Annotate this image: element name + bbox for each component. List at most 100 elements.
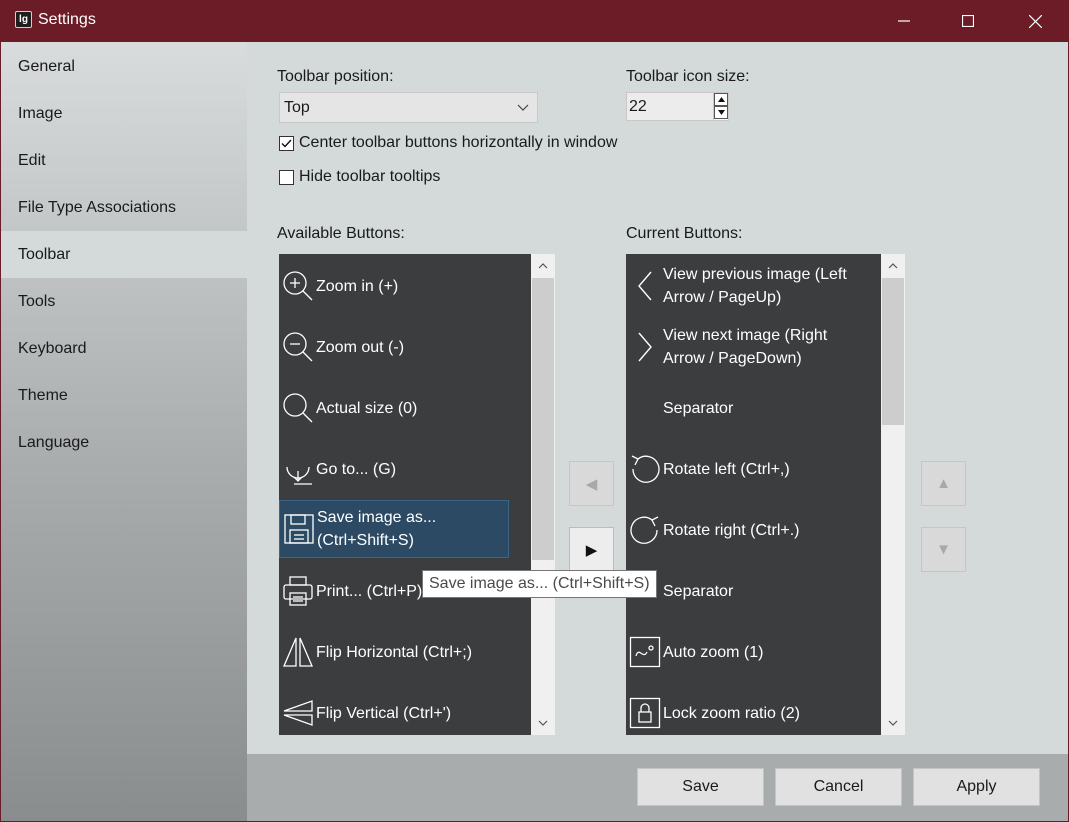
- list-item-label: Auto zoom (1): [663, 643, 764, 661]
- move-down-button[interactable]: ▼: [921, 527, 966, 572]
- window-title: Settings: [38, 11, 96, 28]
- list-item[interactable]: Rotate left (Ctrl+,): [626, 442, 881, 496]
- chevron-up-icon: [888, 263, 898, 269]
- list-item[interactable]: Zoom out (-): [279, 320, 531, 374]
- printer-icon: [279, 571, 316, 611]
- triangle-up-icon: [717, 97, 725, 102]
- list-item[interactable]: Separator: [626, 564, 881, 618]
- sidebar-item-edit[interactable]: Edit: [1, 137, 247, 184]
- close-icon: [1028, 14, 1042, 28]
- tooltip: Save image as... (Ctrl+Shift+S): [422, 570, 657, 598]
- minimize-button[interactable]: [872, 0, 936, 42]
- zoom-out-icon: [279, 327, 316, 367]
- list-item-label: Separator: [663, 399, 734, 417]
- list-item[interactable]: Flip Horizontal (Ctrl+;): [279, 625, 531, 679]
- scroll-down-button[interactable]: [531, 711, 555, 735]
- stepper-down-button[interactable]: [714, 106, 728, 119]
- list-item-label: Flip Horizontal (Ctrl+;): [316, 643, 473, 661]
- list-item[interactable]: View next image (Right Arrow / PageDown): [626, 320, 881, 374]
- list-item[interactable]: Auto zoom (1): [626, 625, 881, 679]
- toolbar-icon-size-label: Toolbar icon size:: [626, 68, 750, 85]
- list-item-label-line2: Arrow / PageDown): [663, 350, 802, 367]
- lock-icon: [626, 693, 663, 733]
- sidebar-item-general[interactable]: General: [1, 43, 247, 90]
- list-item-label-line1: View previous image (Left: [663, 266, 847, 283]
- sidebar-item-file-type-associations[interactable]: File Type Associations: [1, 184, 247, 231]
- blank-icon: [626, 388, 663, 428]
- add-button-arrow[interactable]: ▶: [569, 527, 614, 572]
- list-item[interactable]: View previous image (Left Arrow / PageUp…: [626, 259, 881, 313]
- maximize-button[interactable]: [936, 0, 1000, 42]
- chevron-down-icon: [538, 720, 548, 726]
- chevron-down-icon: [517, 104, 529, 111]
- sidebar-item-image[interactable]: Image: [1, 90, 247, 137]
- list-item[interactable]: Lock zoom ratio (2): [626, 686, 881, 740]
- stepper-up-button[interactable]: [714, 93, 728, 106]
- sidebar-item-language[interactable]: Language: [1, 419, 247, 466]
- settings-sidebar: General Image Edit File Type Association…: [1, 42, 247, 821]
- scroll-up-button[interactable]: [881, 254, 905, 278]
- checkmark-icon: [281, 139, 292, 148]
- list-item-label: Separator: [663, 582, 734, 600]
- list-item-label-line2: Arrow / PageUp): [663, 289, 782, 306]
- sidebar-item-tools[interactable]: Tools: [1, 278, 247, 325]
- list-item[interactable]: Go to... (G): [279, 442, 531, 496]
- stepper-arrows: [713, 93, 728, 120]
- list-item[interactable]: Actual size (0): [279, 381, 531, 435]
- flip-horizontal-icon: [279, 632, 316, 672]
- available-buttons-list[interactable]: Zoom in (+) Zoom out (-) Actual size (0)…: [279, 254, 555, 735]
- scroll-thumb[interactable]: [882, 278, 904, 425]
- list-item-label-line2: (Ctrl+Shift+S): [317, 532, 414, 549]
- checkbox-box[interactable]: [279, 169, 294, 185]
- current-list-scrollbar[interactable]: [881, 254, 905, 735]
- chevron-left-icon: [626, 266, 663, 306]
- list-item-label: Zoom in (+): [316, 277, 399, 295]
- toolbar-position-value: Top: [284, 99, 310, 116]
- close-button[interactable]: [1003, 0, 1067, 42]
- list-item-label: Zoom out (-): [316, 338, 405, 356]
- list-item-label: Rotate right (Ctrl+.): [663, 521, 800, 539]
- minimize-icon: [898, 20, 910, 22]
- remove-button-arrow[interactable]: ◀: [569, 461, 614, 506]
- actual-size-icon: [279, 388, 316, 428]
- list-item-label: Go to... (G): [316, 460, 397, 478]
- maximize-icon: [962, 15, 974, 27]
- toolbar-position-select[interactable]: Top: [279, 92, 538, 123]
- chevron-up-icon: [538, 263, 548, 269]
- list-item[interactable]: Zoom in (+): [279, 259, 531, 313]
- rotate-right-icon: [626, 510, 663, 550]
- sidebar-item-toolbar[interactable]: Toolbar: [1, 231, 247, 278]
- current-buttons-list[interactable]: View previous image (Left Arrow / PageUp…: [626, 254, 905, 735]
- list-item[interactable]: Separator: [626, 381, 881, 435]
- list-item-label: Rotate left (Ctrl+,): [663, 460, 790, 478]
- toolbar-icon-size-value[interactable]: 22: [629, 93, 647, 120]
- apply-button[interactable]: Apply: [913, 768, 1040, 806]
- hide-tooltips-checkbox[interactable]: Hide toolbar tooltips: [279, 168, 440, 186]
- center-buttons-checkbox[interactable]: Center toolbar buttons horizontally in w…: [279, 134, 617, 152]
- zoom-in-icon: [279, 266, 316, 306]
- toolbar-position-label: Toolbar position:: [277, 68, 394, 85]
- scroll-up-button[interactable]: [531, 254, 555, 278]
- cancel-button[interactable]: Cancel: [775, 768, 902, 806]
- scroll-down-button[interactable]: [881, 711, 905, 735]
- sidebar-item-keyboard[interactable]: Keyboard: [1, 325, 247, 372]
- scroll-thumb[interactable]: [532, 278, 554, 560]
- list-item-label: Save image as... (Ctrl+Shift+S): [317, 506, 436, 552]
- auto-zoom-icon: [626, 632, 663, 672]
- list-item-label-line1: View next image (Right: [663, 327, 828, 344]
- center-buttons-label: Center toolbar buttons horizontally in w…: [299, 134, 618, 151]
- save-button[interactable]: Save: [637, 768, 764, 806]
- move-up-button[interactable]: ▲: [921, 461, 966, 506]
- sidebar-item-theme[interactable]: Theme: [1, 372, 247, 419]
- list-item-label: Flip Vertical (Ctrl+'): [316, 704, 452, 722]
- flip-vertical-icon: [279, 693, 316, 733]
- chevron-down-icon: [888, 720, 898, 726]
- list-item[interactable]: Rotate right (Ctrl+.): [626, 503, 881, 557]
- list-item-selected[interactable]: Save image as... (Ctrl+Shift+S): [279, 500, 509, 558]
- checkbox-box[interactable]: [279, 135, 294, 151]
- triangle-down-icon: [717, 110, 725, 115]
- toolbar-icon-size-stepper[interactable]: 22: [626, 92, 729, 121]
- list-item-label-line1: Save image as...: [317, 509, 437, 526]
- available-list-scrollbar[interactable]: [531, 254, 555, 735]
- list-item[interactable]: Flip Vertical (Ctrl+'): [279, 686, 531, 740]
